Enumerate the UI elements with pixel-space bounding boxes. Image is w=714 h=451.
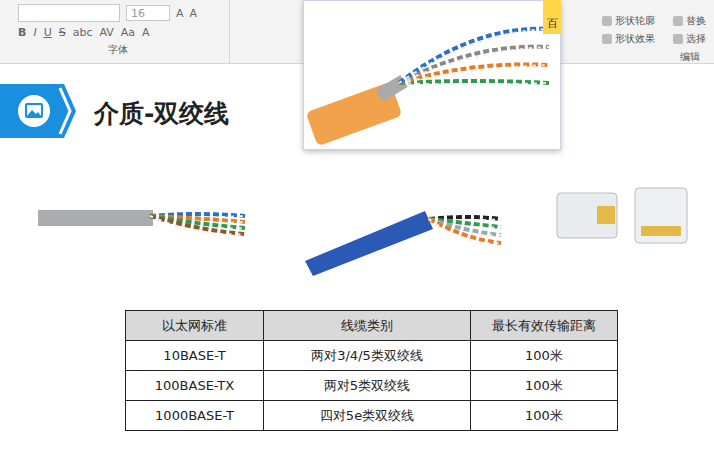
format-button[interactable]: abc (73, 26, 93, 39)
table-row: 10BASE-T两对3/4/5类双绞线100米 (126, 341, 618, 371)
column-header: 以太网标准 (126, 311, 264, 341)
size-button[interactable]: A (176, 7, 184, 20)
slide-title: 介质-双绞线 (94, 97, 229, 130)
image-popup (303, 0, 561, 150)
table-cell: 100米 (471, 401, 618, 431)
search-badge[interactable]: 百 (543, 0, 561, 34)
table-cell: 100米 (471, 371, 618, 401)
table-row: 1000BASE-T四对5e类双绞线100米 (126, 401, 618, 431)
format-button[interactable]: Aa (121, 26, 135, 39)
table-cell: 两对5类双绞线 (264, 371, 471, 401)
group-label: 字体 (18, 43, 218, 57)
edit-item[interactable]: 选择 (673, 32, 706, 46)
format-button[interactable]: I (33, 26, 36, 39)
shape-icon (602, 16, 612, 26)
edit-item[interactable]: 替换 (673, 14, 706, 28)
edit-group: 替换选择编辑 (673, 14, 706, 63)
header-icon (0, 84, 76, 142)
format-row: BIUSabc AV Aa A (18, 26, 229, 39)
font-name-box[interactable] (18, 4, 120, 22)
format-button[interactable]: A (142, 26, 150, 39)
table-header-row: 以太网标准线缆类别最长有效传输距离 (126, 311, 618, 341)
blue-cable-photo (305, 161, 505, 280)
column-header: 最长有效传输距离 (471, 311, 618, 341)
right-groups: 形状轮廓形状效果替换选择编辑 (602, 0, 714, 63)
group-label: 编辑 (673, 50, 706, 64)
spec-table: 以太网标准线缆类别最长有效传输距离10BASE-T两对3/4/5类双绞线100米… (125, 310, 618, 431)
shape-item[interactable]: 形状轮廓 (602, 14, 655, 28)
table-cell: 两对3/4/5类双绞线 (264, 341, 471, 371)
edit-icon (673, 16, 683, 26)
format-button[interactable]: B (18, 26, 26, 39)
table-cell: 四对5e类双绞线 (264, 401, 471, 431)
size-button[interactable]: A (190, 7, 198, 20)
edit-label: 选择 (686, 32, 706, 46)
table-wrap: 以太网标准线缆类别最长有效传输距离10BASE-T两对3/4/5类双绞线100米… (125, 310, 714, 431)
rj45-photo (555, 178, 695, 262)
table-cell: 10BASE-T (126, 341, 264, 371)
edit-icon (673, 34, 683, 44)
font-size-box[interactable]: 16 (126, 5, 170, 21)
format-button[interactable]: U (44, 26, 52, 39)
shape-item[interactable]: 形状效果 (602, 32, 655, 46)
shape-icon (602, 34, 612, 44)
format-button[interactable]: AV (99, 26, 113, 39)
shape-label: 形状轮廓 (615, 14, 655, 28)
font-group: 16AABIUSabcAVAaA字体 (0, 0, 230, 63)
edit-label: 替换 (686, 14, 706, 28)
column-header: 线缆类别 (264, 311, 471, 341)
table-cell: 100BASE-TX (126, 371, 264, 401)
gray-cable-photo (38, 178, 248, 262)
shape-group: 形状轮廓形状效果 (602, 14, 655, 63)
photo-row (0, 160, 714, 280)
font-row: 16 AA (18, 4, 229, 22)
shape-label: 形状效果 (615, 32, 655, 46)
format-button[interactable]: S (59, 26, 66, 39)
table-row: 100BASE-TX两对5类双绞线100米 (126, 371, 618, 401)
table-cell: 1000BASE-T (126, 401, 264, 431)
table-cell: 100米 (471, 341, 618, 371)
